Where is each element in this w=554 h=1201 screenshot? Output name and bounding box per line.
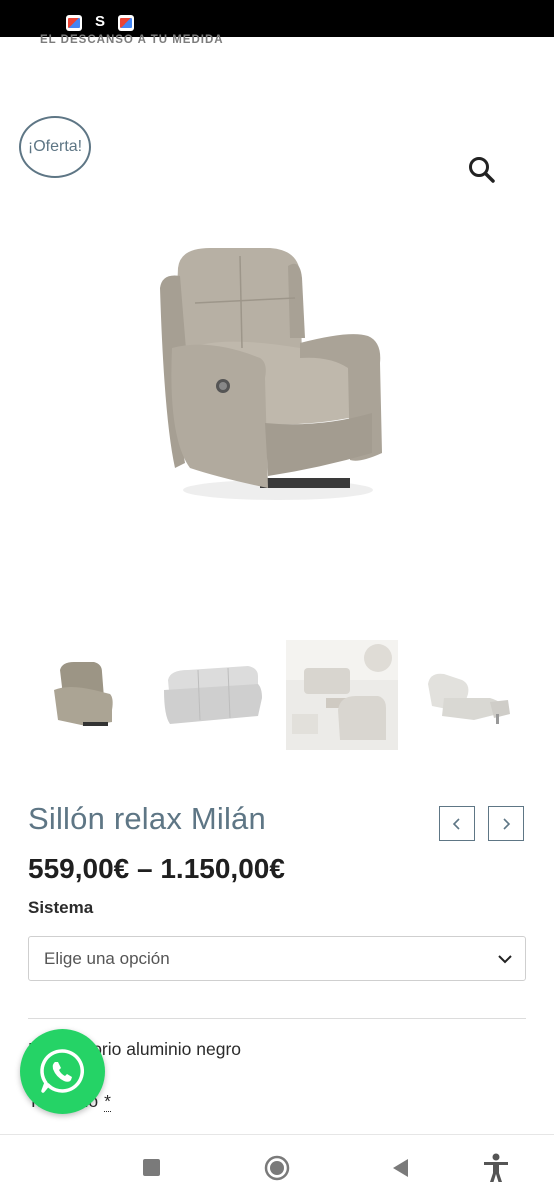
offer-badge: ¡Oferta! <box>19 116 91 178</box>
sofa-thumbnail[interactable] <box>158 640 270 750</box>
gmail-icon <box>66 15 82 31</box>
product-title: Sillón relax Milán <box>28 801 266 836</box>
whatsapp-icon <box>40 1049 85 1093</box>
next-product-button[interactable] <box>488 806 524 841</box>
divider <box>28 1018 526 1019</box>
chevron-left-icon <box>452 817 460 830</box>
status-letter: S <box>95 13 106 30</box>
sistema-select[interactable]: Elige una opción <box>28 936 526 981</box>
back-icon[interactable] <box>391 1158 410 1178</box>
previous-product-button[interactable] <box>439 806 475 841</box>
required-mark: * <box>104 1091 111 1112</box>
search-icon[interactable] <box>466 154 498 186</box>
accessibility-icon[interactable] <box>482 1153 510 1183</box>
brand-tagline: EL DESCANSO A TU MEDIDA <box>40 34 224 46</box>
reclined-armchair-thumbnail[interactable] <box>414 640 526 750</box>
gmail-icon <box>118 15 134 31</box>
chevron-right-icon <box>503 817 511 830</box>
product-price: 559,00€ – 1.150,00€ <box>28 853 285 884</box>
product-main-image[interactable] <box>150 238 390 508</box>
living-room-thumbnail[interactable] <box>286 640 398 750</box>
armchair-thumbnail[interactable] <box>28 640 140 750</box>
sistema-select-value: Elige una opción <box>44 948 170 968</box>
system-navigation-bar <box>0 1134 554 1201</box>
whatsapp-button[interactable] <box>20 1029 105 1114</box>
chevron-down-icon <box>498 955 512 964</box>
status-bar: S <box>0 0 554 37</box>
home-icon[interactable] <box>264 1155 290 1181</box>
sistema-label: Sistema <box>28 898 94 917</box>
recent-apps-icon[interactable] <box>143 1159 160 1176</box>
